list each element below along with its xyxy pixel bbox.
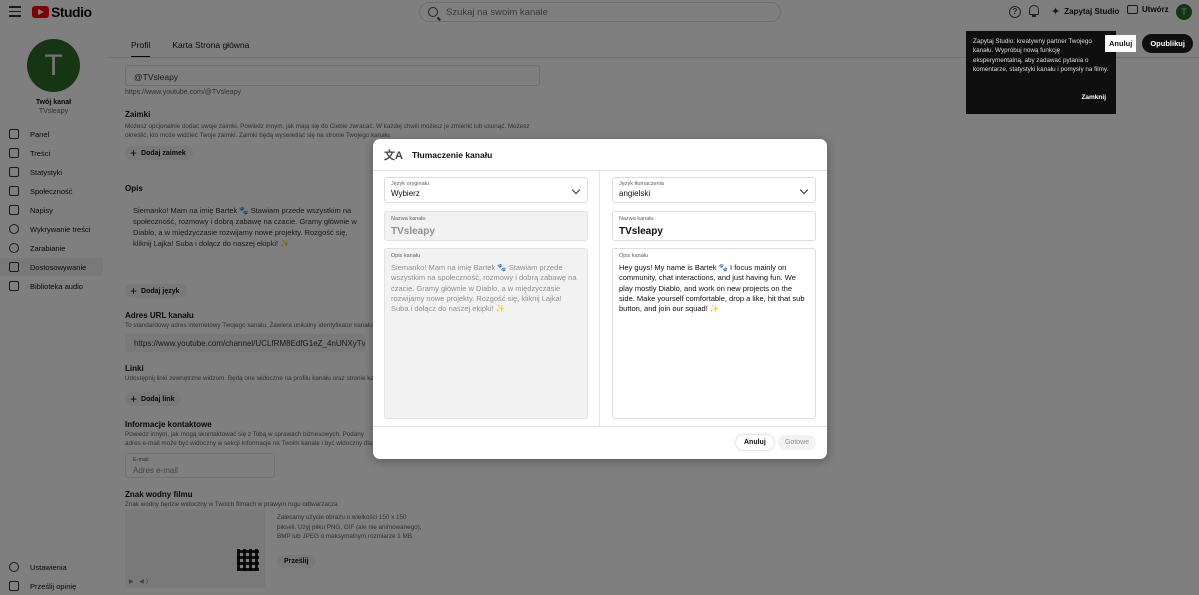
original-name-field: Nazwa kanału TVsleapy [384,211,588,241]
tooltip-text: Zapytaj Studio: kreatywny partner Twojeg… [973,38,1109,73]
original-description-value: Siemanko! Mam na imię Bartek 🐾 Stawiam p… [391,263,577,314]
translated-description-value: Hey guys! My name is Bartek 🐾 I focus ma… [619,263,805,314]
translated-description-label: Opis kanału [619,253,649,259]
translation-language-label: Język tłumaczenia [619,181,664,187]
page-cancel-button[interactable]: Anuluj [1105,35,1137,52]
original-language-select[interactable]: Język oryginału Wybierz [384,177,588,203]
translated-name-label: Nazwa kanału [619,216,654,222]
page-actions: Anuluj Opublikuj [1105,34,1193,53]
translation-language-select[interactable]: Język tłumaczenia angielski [612,177,816,203]
translated-description-field[interactable]: Opis kanału Hey guys! My name is Bartek … [612,248,816,419]
translated-name-field[interactable]: Nazwa kanału TVsleapy [612,211,816,241]
original-description-field: Opis kanału Siemanko! Mam na imię Bartek… [384,248,588,419]
tooltip-close-button[interactable]: Zamknij [1081,93,1106,102]
column-divider [599,171,600,426]
publish-button[interactable]: Opublikuj [1142,34,1193,53]
original-description-label: Opis kanału [391,253,421,259]
dialog-title: Tłumaczenie kanału [411,149,493,160]
original-name-value: TVsleapy [391,226,435,237]
translation-language-value: angielski [619,189,651,198]
translate-icon: 文A [384,149,403,162]
dialog-cancel-button[interactable]: Anuluj [736,435,774,450]
ask-studio-tooltip: Zapytaj Studio: kreatywny partner Twojeg… [966,31,1116,114]
dialog-done-button[interactable]: Gotowe [778,435,817,450]
original-language-value: Wybierz [391,189,420,198]
translated-name-value: TVsleapy [619,226,663,237]
dialog-footer: Anuluj Gotowe [373,426,827,459]
translation-dialog: 文A Tłumaczenie kanału Język oryginału Wy… [373,139,827,459]
original-name-label: Nazwa kanału [391,216,426,222]
dialog-header: 文A Tłumaczenie kanału [373,139,827,171]
original-language-label: Język oryginału [391,181,429,187]
